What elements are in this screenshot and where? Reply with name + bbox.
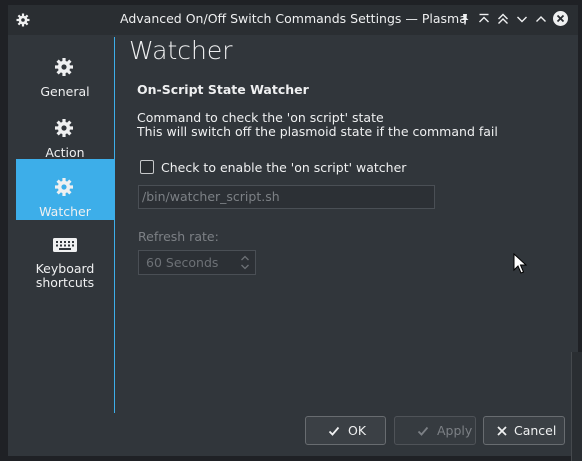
gear-icon[interactable] <box>16 13 30 27</box>
checkmark-icon <box>328 426 340 436</box>
spin-arrows-icon[interactable] <box>240 254 250 271</box>
background-window-edge <box>571 352 582 461</box>
titlebar[interactable]: Advanced On/Off Switch Commands Settings… <box>8 5 578 35</box>
sidebar-item-general[interactable]: General <box>16 45 114 105</box>
description-line-1: Command to check the 'on script' state <box>137 110 384 125</box>
section-title: On-Script State Watcher <box>137 82 309 97</box>
refresh-rate-spinbox[interactable]: 60 Seconds <box>138 250 256 275</box>
watcher-enable-checkbox[interactable] <box>140 160 154 174</box>
sidebar-item-keyboard-shortcuts[interactable]: Keyboard shortcuts <box>16 227 114 297</box>
ok-label: OK <box>348 423 367 438</box>
sidebar-item-label: Watcher <box>39 204 91 219</box>
close-icon <box>556 14 565 23</box>
gear-icon <box>55 178 73 196</box>
minimize-icon[interactable] <box>515 12 529 26</box>
keyboard-icon <box>53 238 77 252</box>
cancel-icon <box>497 426 507 436</box>
close-button[interactable] <box>553 11 568 26</box>
checkmark-icon <box>417 426 429 436</box>
window-title: Advanced On/Off Switch Commands Settings… <box>120 11 467 26</box>
gear-icon <box>55 58 73 76</box>
sidebar-item-action[interactable]: Action <box>16 106 114 166</box>
refresh-rate-label: Refresh rate: <box>138 229 219 244</box>
sidebar-item-label: General <box>40 84 90 99</box>
apply-button[interactable]: Apply <box>394 416 476 445</box>
sidebar-item-label: Action <box>45 145 85 160</box>
cancel-label: Cancel <box>514 423 557 438</box>
page-title: Watcher <box>129 36 233 65</box>
settings-window: Advanced On/Off Switch Commands Settings… <box>8 5 578 456</box>
pin-icon[interactable] <box>458 12 472 26</box>
keep-above-icon[interactable] <box>477 12 491 26</box>
sidebar-item-label-line1: Keyboard <box>35 261 95 276</box>
shade-icon[interactable] <box>496 12 510 26</box>
ok-button[interactable]: OK <box>305 416 386 445</box>
sidebar: General Action Watcher Keyboard shortcut… <box>16 37 114 413</box>
maximize-icon[interactable] <box>534 12 548 26</box>
apply-label: Apply <box>437 423 473 438</box>
sidebar-item-watcher[interactable]: Watcher <box>16 159 114 220</box>
sidebar-divider <box>114 37 115 413</box>
watcher-enable-label[interactable]: Check to enable the 'on script' watcher <box>161 160 406 175</box>
description-line-2: This will switch off the plasmoid state … <box>137 124 498 139</box>
refresh-rate-value: 60 Seconds <box>146 255 219 270</box>
gear-icon <box>55 119 73 137</box>
mouse-cursor-icon <box>513 253 527 274</box>
sidebar-item-label-line2: shortcuts <box>35 275 95 290</box>
watcher-command-field[interactable]: /bin/watcher_script.sh <box>138 185 435 209</box>
cancel-button[interactable]: Cancel <box>483 416 565 445</box>
